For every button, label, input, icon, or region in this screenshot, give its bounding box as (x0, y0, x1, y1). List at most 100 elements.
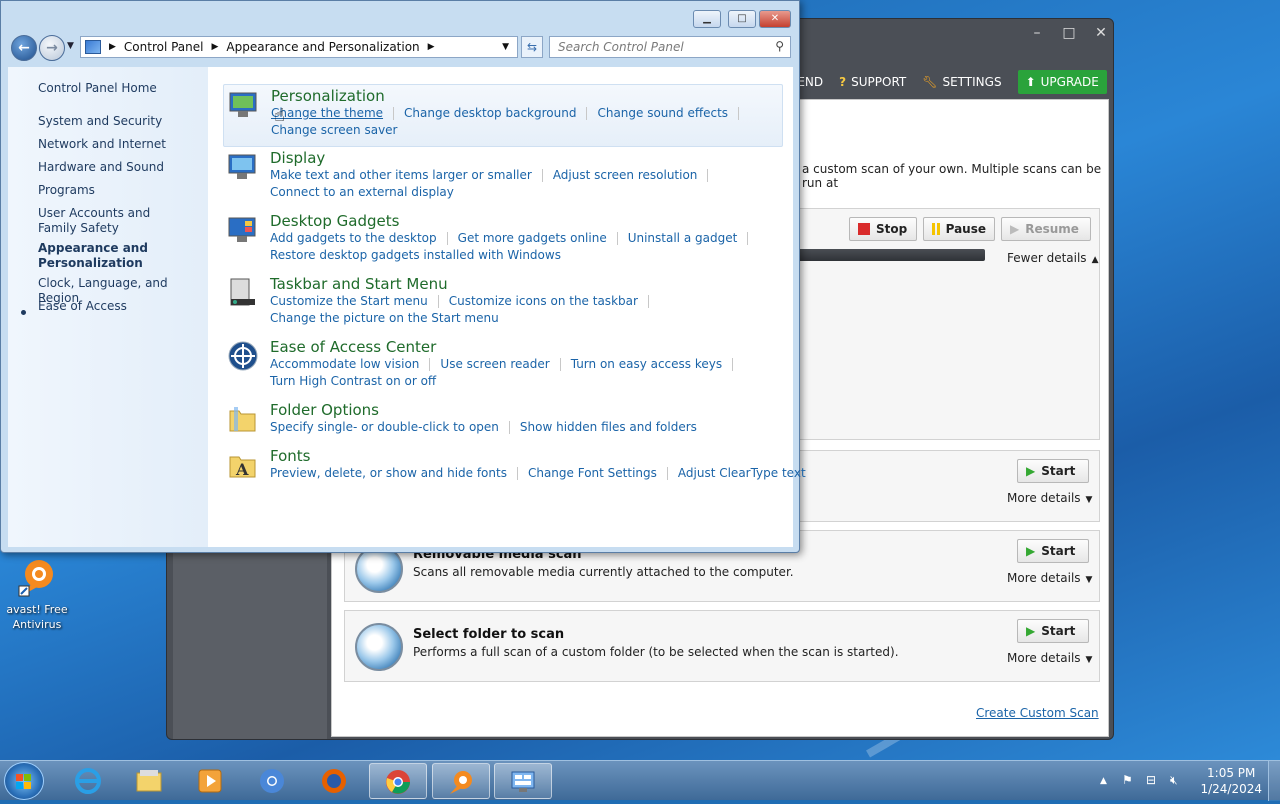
arrow-left-icon: ← (18, 40, 30, 56)
link-font-settings[interactable]: Change Font Settings (528, 466, 657, 480)
start-button[interactable] (4, 762, 44, 800)
link-hidden-files[interactable]: Show hidden files and folders (520, 420, 697, 434)
chevron-right-icon: ▶ (211, 42, 219, 52)
minimize-icon[interactable]: ▁ (693, 10, 721, 28)
link-high-contrast[interactable]: Turn High Contrast on or off (270, 374, 436, 388)
network-icon[interactable]: ⊟ (1146, 773, 1156, 787)
volume-muted-icon[interactable]: 🔇︎ (1170, 773, 1178, 788)
sidebar-item-ease-of-access[interactable]: Ease of Access (38, 299, 127, 314)
maximize-icon[interactable]: □ (728, 10, 756, 28)
taskbar-chromium[interactable] (244, 763, 302, 799)
taskbar-media-player[interactable] (182, 763, 240, 799)
taskbar-control-panel[interactable] (494, 763, 552, 799)
taskbar-chrome[interactable] (369, 763, 427, 799)
link-screen-saver[interactable]: Change screen saver (271, 123, 398, 137)
maximize-icon[interactable]: □ (1055, 23, 1083, 43)
refresh-button[interactable]: ⇆ (521, 36, 543, 58)
category-title[interactable]: Ease of Access Center (270, 338, 436, 356)
create-custom-scan-link[interactable]: Create Custom Scan (976, 706, 1099, 720)
magnifier-icon (355, 623, 403, 671)
sidebar-item-user-accounts[interactable]: User Accounts and Family Safety (38, 206, 188, 236)
chevron-right-icon: ▶ (427, 42, 435, 52)
show-desktop-button[interactable] (1268, 761, 1280, 801)
start-button[interactable]: ▶ Start (1017, 619, 1089, 643)
category-title[interactable]: Display (270, 149, 325, 167)
category-title[interactable]: Taskbar and Start Menu (270, 275, 448, 293)
address-bar[interactable]: ▶ Control Panel ▶ Appearance and Persona… (80, 36, 518, 58)
display-icon (227, 151, 259, 183)
minimize-icon[interactable]: – (1023, 23, 1051, 43)
link-start-picture[interactable]: Change the picture on the Start menu (270, 311, 499, 325)
category-title[interactable]: Folder Options (270, 401, 379, 419)
taskbar-ie[interactable] (60, 763, 118, 799)
category-title[interactable]: Personalization (271, 87, 385, 105)
category-title[interactable]: Fonts (270, 447, 310, 465)
sidebar-item-programs[interactable]: Programs (38, 183, 95, 198)
pause-button[interactable]: Pause (923, 217, 995, 241)
chevron-right-icon: ▶ (109, 42, 116, 52)
control-panel-icon (509, 768, 537, 796)
more-details-toggle[interactable]: More details ▼ (1007, 491, 1092, 505)
link-change-theme[interactable]: Change the theme (271, 106, 383, 120)
link-customize-start[interactable]: Customize the Start menu (270, 294, 428, 308)
stop-button[interactable]: Stop (849, 217, 917, 241)
link-single-double-click[interactable]: Specify single- or double-click to open (270, 420, 499, 434)
taskbar-avast[interactable] (432, 763, 490, 799)
upgrade-button[interactable]: ⬆ UPGRADE (1017, 70, 1107, 94)
action-center-flag-icon[interactable]: ⚑ (1122, 773, 1133, 787)
link-external-display[interactable]: Connect to an external display (270, 185, 454, 199)
fewer-details-toggle[interactable]: Fewer details ▲ (1007, 251, 1098, 265)
link-preview-fonts[interactable]: Preview, delete, or show and hide fonts (270, 466, 507, 480)
avast-desktop-icon[interactable]: avast! Free Antivirus (4, 556, 70, 632)
link-low-vision[interactable]: Accommodate low vision (270, 357, 419, 371)
forward-button[interactable]: → (39, 35, 65, 61)
sidebar-item-network[interactable]: Network and Internet (38, 137, 166, 152)
close-icon[interactable]: ✕ (1087, 23, 1115, 43)
category-title[interactable]: Desktop Gadgets (270, 212, 399, 230)
nav-settings[interactable]: 🔧︎ SETTINGS (922, 75, 1001, 89)
recent-pages-dropdown[interactable]: ▼ (67, 41, 74, 51)
more-details-toggle[interactable]: More details ▼ (1007, 651, 1092, 665)
breadcrumb-appearance[interactable]: Appearance and Personalization (226, 40, 419, 54)
category-links: Restore desktop gadgets installed with W… (270, 248, 561, 262)
ease-of-access-icon (227, 340, 259, 372)
link-cleartype[interactable]: Adjust ClearType text (678, 466, 806, 480)
more-details-toggle[interactable]: More details ▼ (1007, 571, 1092, 585)
link-restore-gadgets[interactable]: Restore desktop gadgets installed with W… (270, 248, 561, 262)
stop-icon (858, 223, 870, 235)
start-button[interactable]: ▶ Start (1017, 459, 1089, 483)
taskbar-firefox[interactable] (306, 763, 364, 799)
show-hidden-icons[interactable]: ▲ (1100, 776, 1107, 786)
nav-support[interactable]: ? SUPPORT (839, 75, 906, 89)
link-access-keys[interactable]: Turn on easy access keys (571, 357, 722, 371)
link-add-gadgets[interactable]: Add gadgets to the desktop (270, 231, 437, 245)
breadcrumb-control-panel[interactable]: Control Panel (124, 40, 204, 54)
category-links: Turn High Contrast on or off (270, 374, 436, 388)
svg-text:A: A (235, 460, 249, 479)
sidebar-item-hardware[interactable]: Hardware and Sound (38, 160, 164, 175)
search-input[interactable]: Search Control Panel ⚲ (549, 36, 791, 58)
sidebar-item-appearance[interactable]: Appearance and Personalization (38, 241, 158, 271)
close-icon[interactable]: ✕ (759, 10, 791, 28)
system-clock[interactable]: 1:05 PM 1/24/2024 (1200, 765, 1262, 797)
resume-button[interactable]: ▶ Resume (1001, 217, 1091, 241)
link-desktop-background[interactable]: Change desktop background (404, 106, 576, 120)
link-screen-reader[interactable]: Use screen reader (440, 357, 549, 371)
link-sound-effects[interactable]: Change sound effects (597, 106, 728, 120)
link-customize-icons[interactable]: Customize icons on the taskbar (449, 294, 638, 308)
sidebar-item-home[interactable]: Control Panel Home (38, 81, 157, 96)
triangle-up-icon: ▲ (1091, 255, 1099, 265)
link-text-size[interactable]: Make text and other items larger or smal… (270, 168, 532, 182)
folder-icon (227, 403, 259, 435)
sidebar-item-system-security[interactable]: System and Security (38, 114, 162, 129)
link-uninstall-gadget[interactable]: Uninstall a gadget (628, 231, 738, 245)
link-more-gadgets[interactable]: Get more gadgets online (458, 231, 607, 245)
more-details-label: More details (1007, 571, 1081, 585)
link-screen-resolution[interactable]: Adjust screen resolution (553, 168, 698, 182)
back-button[interactable]: ← (11, 35, 37, 61)
chevron-down-icon[interactable]: ▼ (502, 42, 509, 52)
category-links: Change screen saver (271, 123, 398, 137)
taskbar-explorer[interactable] (121, 763, 179, 799)
start-button[interactable]: ▶ Start (1017, 539, 1089, 563)
category-links: Change the picture on the Start menu (270, 311, 499, 325)
